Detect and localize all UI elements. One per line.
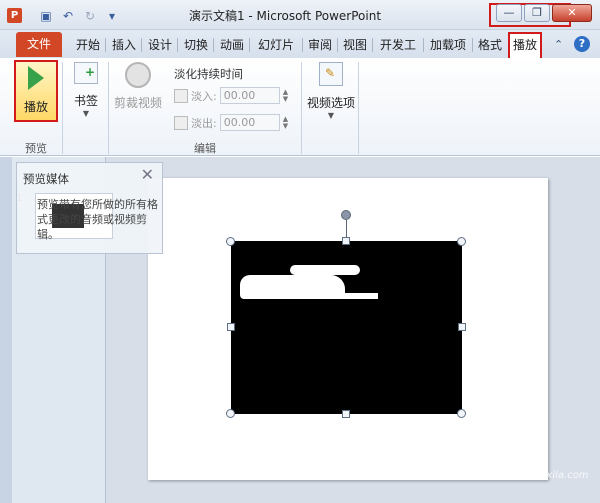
- group-label-edit: 编辑: [194, 142, 216, 155]
- customize-qat-icon[interactable]: ▾: [104, 8, 120, 23]
- redacted-text-mark: [240, 275, 345, 299]
- tab-animations[interactable]: 动画: [218, 34, 246, 56]
- redacted-text-mark: [340, 293, 378, 299]
- site-watermark-url: xuexila.com: [528, 470, 589, 481]
- close-icon: ✕: [140, 165, 154, 184]
- play-button-label: 播放: [23, 100, 48, 114]
- fade-in-row: 淡入: ▲▼: [174, 87, 293, 104]
- video-options-icon: [319, 62, 343, 86]
- tab-transitions[interactable]: 切换: [182, 34, 210, 56]
- fade-out-row: 淡出: ▲▼: [174, 114, 293, 131]
- window-title: 演示文稿1 - Microsoft PowerPoint: [188, 9, 382, 23]
- undo-icon[interactable]: ↶: [60, 8, 76, 23]
- powerpoint-app-icon[interactable]: P: [7, 8, 22, 23]
- play-icon: [28, 66, 44, 90]
- ribbon-playback-panel: 播放 预览 书签 ▼ 剪裁视频 淡化持续时间 淡入: ▲▼ 淡出: ▲▼ 编辑 …: [0, 58, 600, 156]
- trim-video-label: 剪裁视频: [113, 96, 162, 110]
- bookmark-label: 书签: [73, 94, 98, 108]
- tab-design[interactable]: 设计: [146, 34, 174, 56]
- fade-out-icon: [174, 115, 188, 130]
- restore-button[interactable]: ❐: [524, 4, 550, 22]
- rotation-handle[interactable]: [341, 210, 351, 220]
- resize-handle-top-left[interactable]: [226, 237, 235, 246]
- resize-handle-bottom-left[interactable]: [226, 409, 235, 418]
- film-reel-icon: [125, 62, 151, 88]
- tab-review[interactable]: 审阅: [306, 34, 334, 56]
- tab-file[interactable]: 文件: [16, 32, 62, 57]
- fade-out-input[interactable]: [219, 114, 280, 131]
- fade-out-spinner[interactable]: ▲ ▼: [283, 115, 293, 130]
- tab-home[interactable]: 开始: [74, 34, 102, 56]
- quick-access-toolbar: ▣ ↶ ↻ ▾: [38, 8, 120, 23]
- window-controls: — ❐ ✕: [496, 4, 592, 22]
- tab-view[interactable]: 视图: [341, 34, 369, 56]
- fade-out-label: 淡出:: [191, 116, 217, 130]
- video-options-label: 视频选项: [306, 96, 355, 110]
- minimize-ribbon-icon[interactable]: ⌃: [554, 38, 566, 51]
- site-watermark: 啦: [505, 438, 529, 466]
- minimize-button[interactable]: —: [496, 4, 522, 22]
- tab-addins[interactable]: 加载项: [427, 34, 469, 56]
- video-options-button[interactable]: 视频选项 ▼: [305, 62, 357, 120]
- close-button[interactable]: ✕: [552, 4, 592, 22]
- tab-format[interactable]: 格式: [476, 34, 504, 56]
- fade-in-input[interactable]: [219, 87, 280, 104]
- redo-icon[interactable]: ↻: [82, 8, 98, 23]
- trim-video-button[interactable]: 剪裁视频: [110, 62, 166, 111]
- resize-handle-left[interactable]: [227, 323, 235, 331]
- help-icon[interactable]: ?: [574, 36, 590, 52]
- ribbon-help-area: ⌃ ?: [554, 36, 590, 52]
- resize-handle-top[interactable]: [342, 237, 350, 245]
- save-icon[interactable]: ▣: [38, 8, 54, 23]
- chevron-down-icon: ▼: [82, 109, 90, 118]
- add-bookmark-icon: [74, 62, 98, 84]
- title-bar: P ▣ ↶ ↻ ▾ 演示文稿1 - Microsoft PowerPoint —…: [0, 0, 600, 30]
- fade-in-spinner[interactable]: ▲ ▼: [283, 88, 293, 103]
- tab-slideshow[interactable]: 幻灯片: [254, 34, 298, 56]
- resize-handle-bottom-right[interactable]: [457, 409, 466, 418]
- group-label-preview: 预览: [25, 142, 47, 155]
- chevron-down-icon: ▼: [327, 111, 335, 120]
- resize-handle-bottom[interactable]: [342, 410, 350, 418]
- fade-duration-title: 淡化持续时间: [174, 67, 243, 81]
- fade-in-icon: [174, 88, 188, 103]
- tooltip-description: 预览带有您所做的所有格式更改的音频或视频剪辑。: [37, 198, 158, 241]
- tab-playback[interactable]: 播放: [508, 32, 542, 58]
- fade-in-label: 淡入:: [191, 89, 217, 103]
- ribbon-tab-row: 文件 开始 插入 设计 切换 动画 幻灯片 审阅 视图 开发工 加载项 格式 播…: [0, 30, 600, 58]
- tab-developer[interactable]: 开发工: [376, 34, 420, 56]
- tooltip-title: 预览媒体: [23, 172, 69, 186]
- preview-media-tooltip: 预览媒体 ✕ 预览带有您所做的所有格式更改的音频或视频剪辑。: [16, 162, 163, 254]
- resize-handle-top-right[interactable]: [457, 237, 466, 246]
- play-button[interactable]: 播放: [14, 60, 58, 122]
- bookmark-button[interactable]: 书签 ▼: [66, 62, 106, 118]
- redacted-text-mark: [290, 265, 360, 275]
- tab-insert[interactable]: 插入: [110, 34, 138, 56]
- resize-handle-right[interactable]: [458, 323, 466, 331]
